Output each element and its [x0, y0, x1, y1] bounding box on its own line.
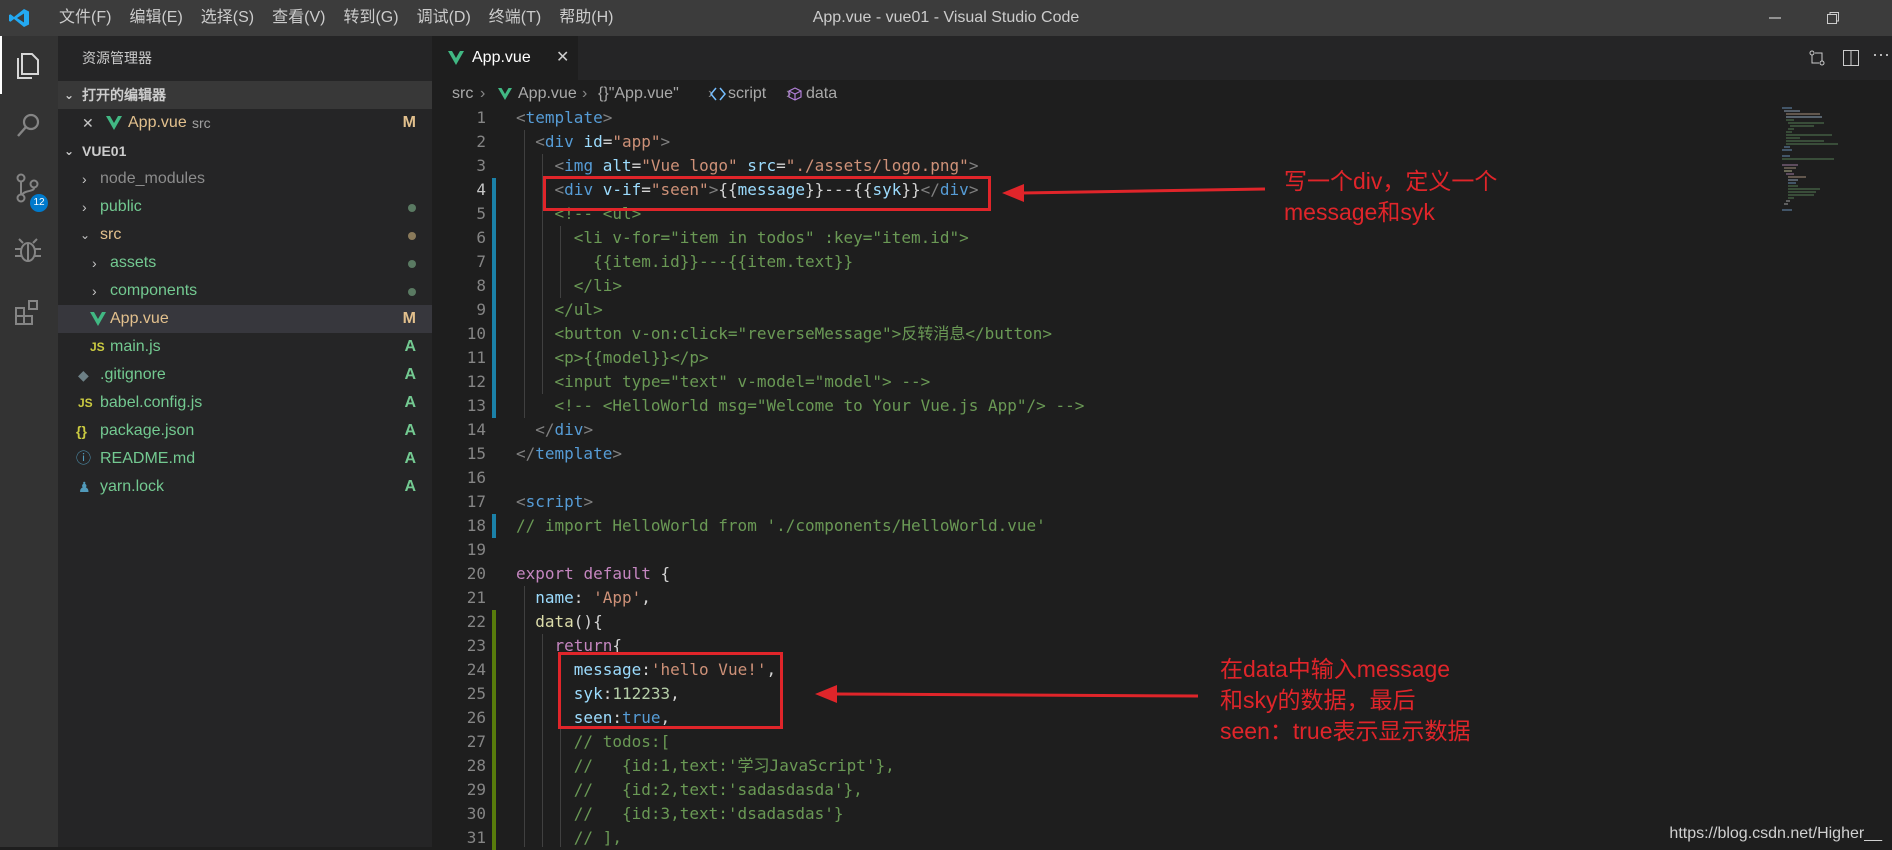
note-line: message和syk: [1284, 199, 1435, 225]
annotation-note-div: 写一个div，定义一个 message和syk: [1284, 166, 1497, 228]
note-line: 和sky的数据，最后: [1220, 687, 1416, 713]
watermark: https://blog.csdn.net/Higher__: [1669, 825, 1882, 842]
arrow-head-1: [1002, 184, 1024, 202]
annotation-arrows: [815, 184, 1266, 703]
arrow-line-2: [834, 692, 1199, 698]
note-line: 写一个div，定义一个: [1284, 168, 1498, 194]
annotation-note-data: 在data中输入message 和sky的数据，最后 seen：true表示显示…: [1220, 654, 1471, 747]
arrow-line-1: [1021, 187, 1266, 195]
note-line: seen：true表示显示数据: [1220, 718, 1471, 744]
note-line: 在data中输入message: [1220, 656, 1451, 682]
arrow-head-2: [815, 685, 837, 703]
